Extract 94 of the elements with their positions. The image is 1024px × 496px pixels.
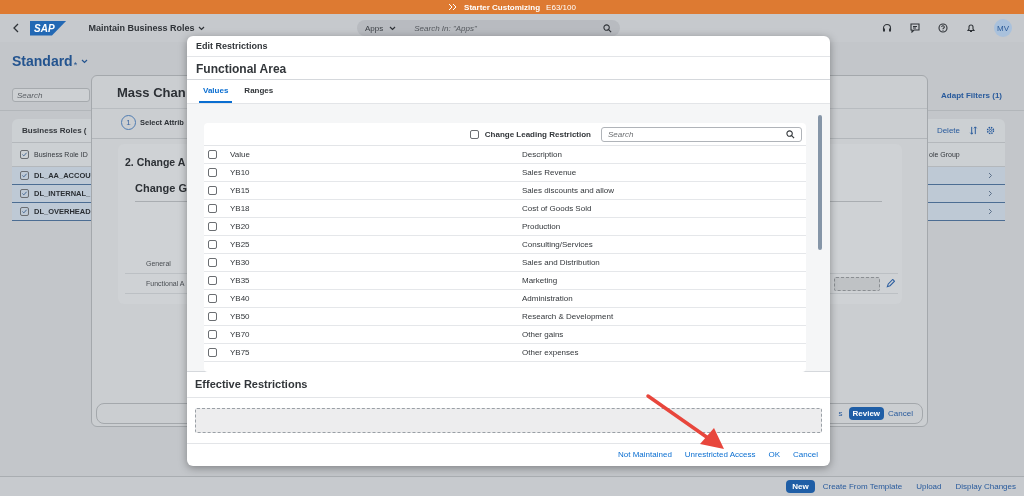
dialog-title: Mass Chan bbox=[117, 85, 186, 100]
search-icon[interactable] bbox=[786, 129, 795, 139]
checkbox[interactable] bbox=[208, 150, 217, 159]
checkbox[interactable] bbox=[208, 204, 217, 213]
column-header: Value bbox=[230, 150, 250, 159]
checkbox[interactable] bbox=[20, 171, 29, 180]
table-cell: Research & Development bbox=[522, 312, 614, 321]
footer-button[interactable]: OK bbox=[762, 448, 787, 461]
footer-button[interactable]: Review bbox=[848, 407, 885, 420]
checkbox[interactable] bbox=[20, 189, 29, 198]
checkbox[interactable] bbox=[208, 276, 217, 285]
table-cell: YB18 bbox=[230, 204, 250, 213]
chat-icon[interactable] bbox=[910, 23, 920, 33]
table-cell: Administration bbox=[522, 294, 573, 303]
system-id: E63/100 bbox=[546, 2, 576, 12]
table-cell: YB10 bbox=[230, 168, 250, 177]
table-cell: Cost of Goods Sold bbox=[522, 204, 592, 213]
tab[interactable]: Ranges bbox=[240, 80, 278, 103]
search-bar[interactable]: Apps Search In: "Apps" bbox=[357, 20, 620, 36]
scope-select[interactable]: Apps bbox=[365, 23, 405, 33]
modified-mark: * bbox=[73, 60, 78, 70]
section-title: 2. Change A bbox=[125, 156, 186, 168]
value-field[interactable] bbox=[834, 276, 880, 291]
chevron-icon[interactable] bbox=[988, 190, 993, 197]
chevron-icon[interactable] bbox=[988, 172, 993, 179]
checkbox-label: Change Leading Restriction bbox=[484, 129, 591, 139]
checkbox[interactable] bbox=[208, 348, 217, 357]
action-button[interactable]: Delete bbox=[935, 125, 961, 136]
column-header: Description bbox=[522, 150, 562, 159]
checkbox[interactable] bbox=[208, 330, 217, 339]
table-cell: YB20 bbox=[230, 222, 250, 231]
search-icon[interactable] bbox=[603, 23, 612, 33]
adapt-filters-button[interactable]: Adapt Filters (1) bbox=[939, 88, 1004, 102]
system-title: Starter Customizing bbox=[464, 2, 541, 12]
headset-icon[interactable] bbox=[882, 23, 892, 33]
checkbox[interactable] bbox=[208, 240, 217, 249]
table-cell: Sales discounts and allow bbox=[522, 186, 615, 195]
settings-icon[interactable] bbox=[986, 126, 995, 135]
checkbox[interactable] bbox=[469, 129, 479, 139]
search-field[interactable]: Search In: "Apps" bbox=[408, 23, 599, 33]
caret-icon bbox=[389, 25, 397, 31]
footer-button[interactable]: Unrestricted Access bbox=[678, 448, 762, 461]
sort-icon[interactable] bbox=[969, 126, 978, 135]
footer-button[interactable]: Display Changes bbox=[949, 480, 1022, 493]
table-cell: YB25 bbox=[230, 240, 250, 249]
table-cell: Other expenses bbox=[522, 348, 579, 357]
table-cell: Other gains bbox=[522, 330, 564, 339]
table-cell: YB70 bbox=[230, 330, 250, 339]
checkbox[interactable] bbox=[20, 150, 29, 159]
caret-icon[interactable] bbox=[81, 58, 89, 64]
group-title: Change G bbox=[135, 182, 187, 194]
footer-button[interactable]: Create From Template bbox=[816, 480, 909, 493]
table-cell: YB35 bbox=[230, 276, 250, 285]
scrollbar[interactable] bbox=[818, 115, 822, 250]
footer-button[interactable]: New bbox=[786, 480, 815, 493]
table-cell: YB50 bbox=[230, 312, 250, 321]
help-icon[interactable] bbox=[938, 23, 948, 33]
avatar[interactable]: MV bbox=[994, 19, 1012, 37]
caret-icon bbox=[197, 25, 205, 31]
logo[interactable]: SAP bbox=[30, 20, 67, 36]
footer-button[interactable]: Cancel bbox=[884, 407, 917, 420]
app-title[interactable]: Maintain Business Roles bbox=[88, 23, 195, 33]
section-title: Effective Restrictions bbox=[187, 372, 830, 398]
footer-button[interactable]: Upload bbox=[910, 480, 948, 493]
table-cell: Consulting/Services bbox=[522, 240, 593, 249]
field-title: Functional Area bbox=[187, 57, 830, 80]
table-cell: Marketing bbox=[522, 276, 558, 285]
checkbox[interactable] bbox=[208, 312, 217, 321]
table-cell: Sales and Distribution bbox=[522, 258, 600, 267]
search-field[interactable]: Search bbox=[601, 126, 802, 142]
pencil-icon[interactable] bbox=[886, 279, 895, 288]
table-cell: YB75 bbox=[230, 348, 250, 357]
table-cell: YB15 bbox=[230, 186, 250, 195]
table-cell: Production bbox=[522, 222, 561, 231]
bell-icon[interactable] bbox=[966, 23, 976, 33]
chevron-icon[interactable] bbox=[988, 208, 993, 215]
back-icon[interactable] bbox=[12, 23, 20, 33]
footer-button[interactable]: s bbox=[837, 407, 844, 420]
checkbox[interactable] bbox=[208, 186, 217, 195]
table-cell: Sales Revenue bbox=[522, 168, 577, 177]
checkbox[interactable] bbox=[20, 207, 29, 216]
checkbox[interactable] bbox=[208, 222, 217, 231]
variant-title[interactable]: Standard bbox=[12, 53, 73, 69]
footer-button[interactable]: Not Maintained bbox=[612, 448, 678, 461]
table-cell: YB30 bbox=[230, 258, 250, 267]
search-field[interactable]: Search bbox=[12, 88, 90, 102]
forward-icon bbox=[448, 3, 459, 11]
checkbox[interactable] bbox=[208, 258, 217, 267]
checkbox[interactable] bbox=[208, 294, 217, 303]
footer-button[interactable]: Cancel bbox=[787, 448, 824, 461]
checkbox[interactable] bbox=[208, 168, 217, 177]
dialog-title: Edit Restrictions bbox=[187, 36, 830, 57]
table-title: Business Roles ( bbox=[22, 126, 87, 135]
table-cell: YB40 bbox=[230, 294, 250, 303]
